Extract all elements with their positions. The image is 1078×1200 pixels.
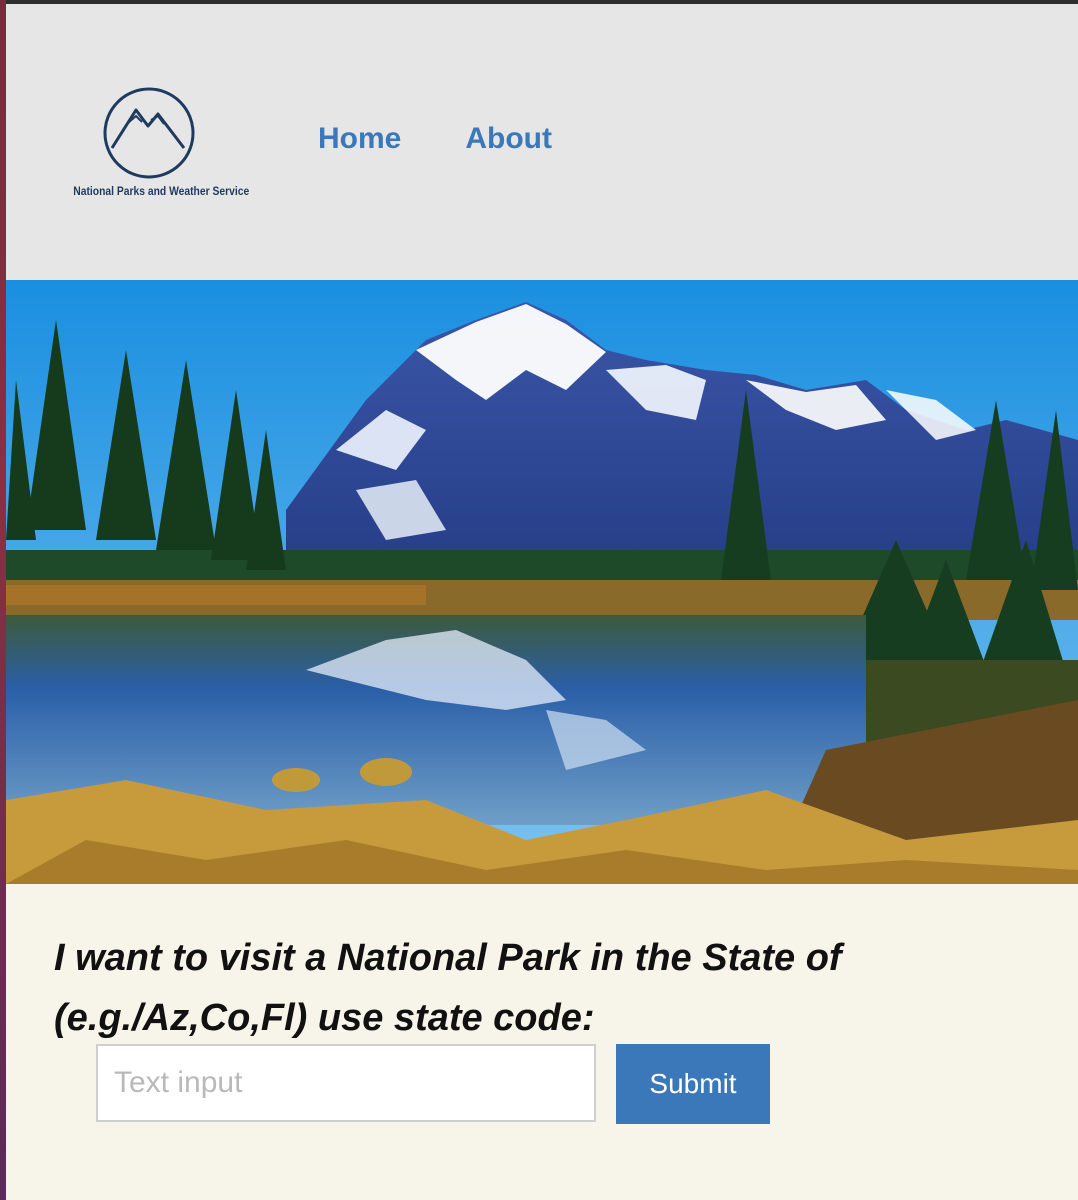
prompt-line-1: I want to visit a National Park in the S… bbox=[54, 937, 842, 979]
hero-image bbox=[6, 280, 1078, 884]
mountain-logo-icon bbox=[103, 87, 195, 179]
site-header: National Parks and Weather Service Home … bbox=[6, 4, 1078, 280]
nav-about-link[interactable]: About bbox=[465, 122, 552, 156]
prompt-line-2: (e.g./Az,Co,Fl) use state code: bbox=[54, 997, 595, 1039]
state-code-input[interactable] bbox=[96, 1044, 596, 1122]
mountain-lake-landscape-image bbox=[6, 280, 1078, 884]
submit-button[interactable]: Submit bbox=[616, 1044, 770, 1124]
nav-home-link[interactable]: Home bbox=[318, 122, 401, 156]
logo[interactable]: National Parks and Weather Service bbox=[60, 86, 250, 206]
state-prompt: I want to visit a National Park in the S… bbox=[54, 928, 1034, 1048]
main-nav: Home About bbox=[318, 122, 552, 156]
logo-text: National Parks and Weather Service bbox=[73, 184, 250, 198]
